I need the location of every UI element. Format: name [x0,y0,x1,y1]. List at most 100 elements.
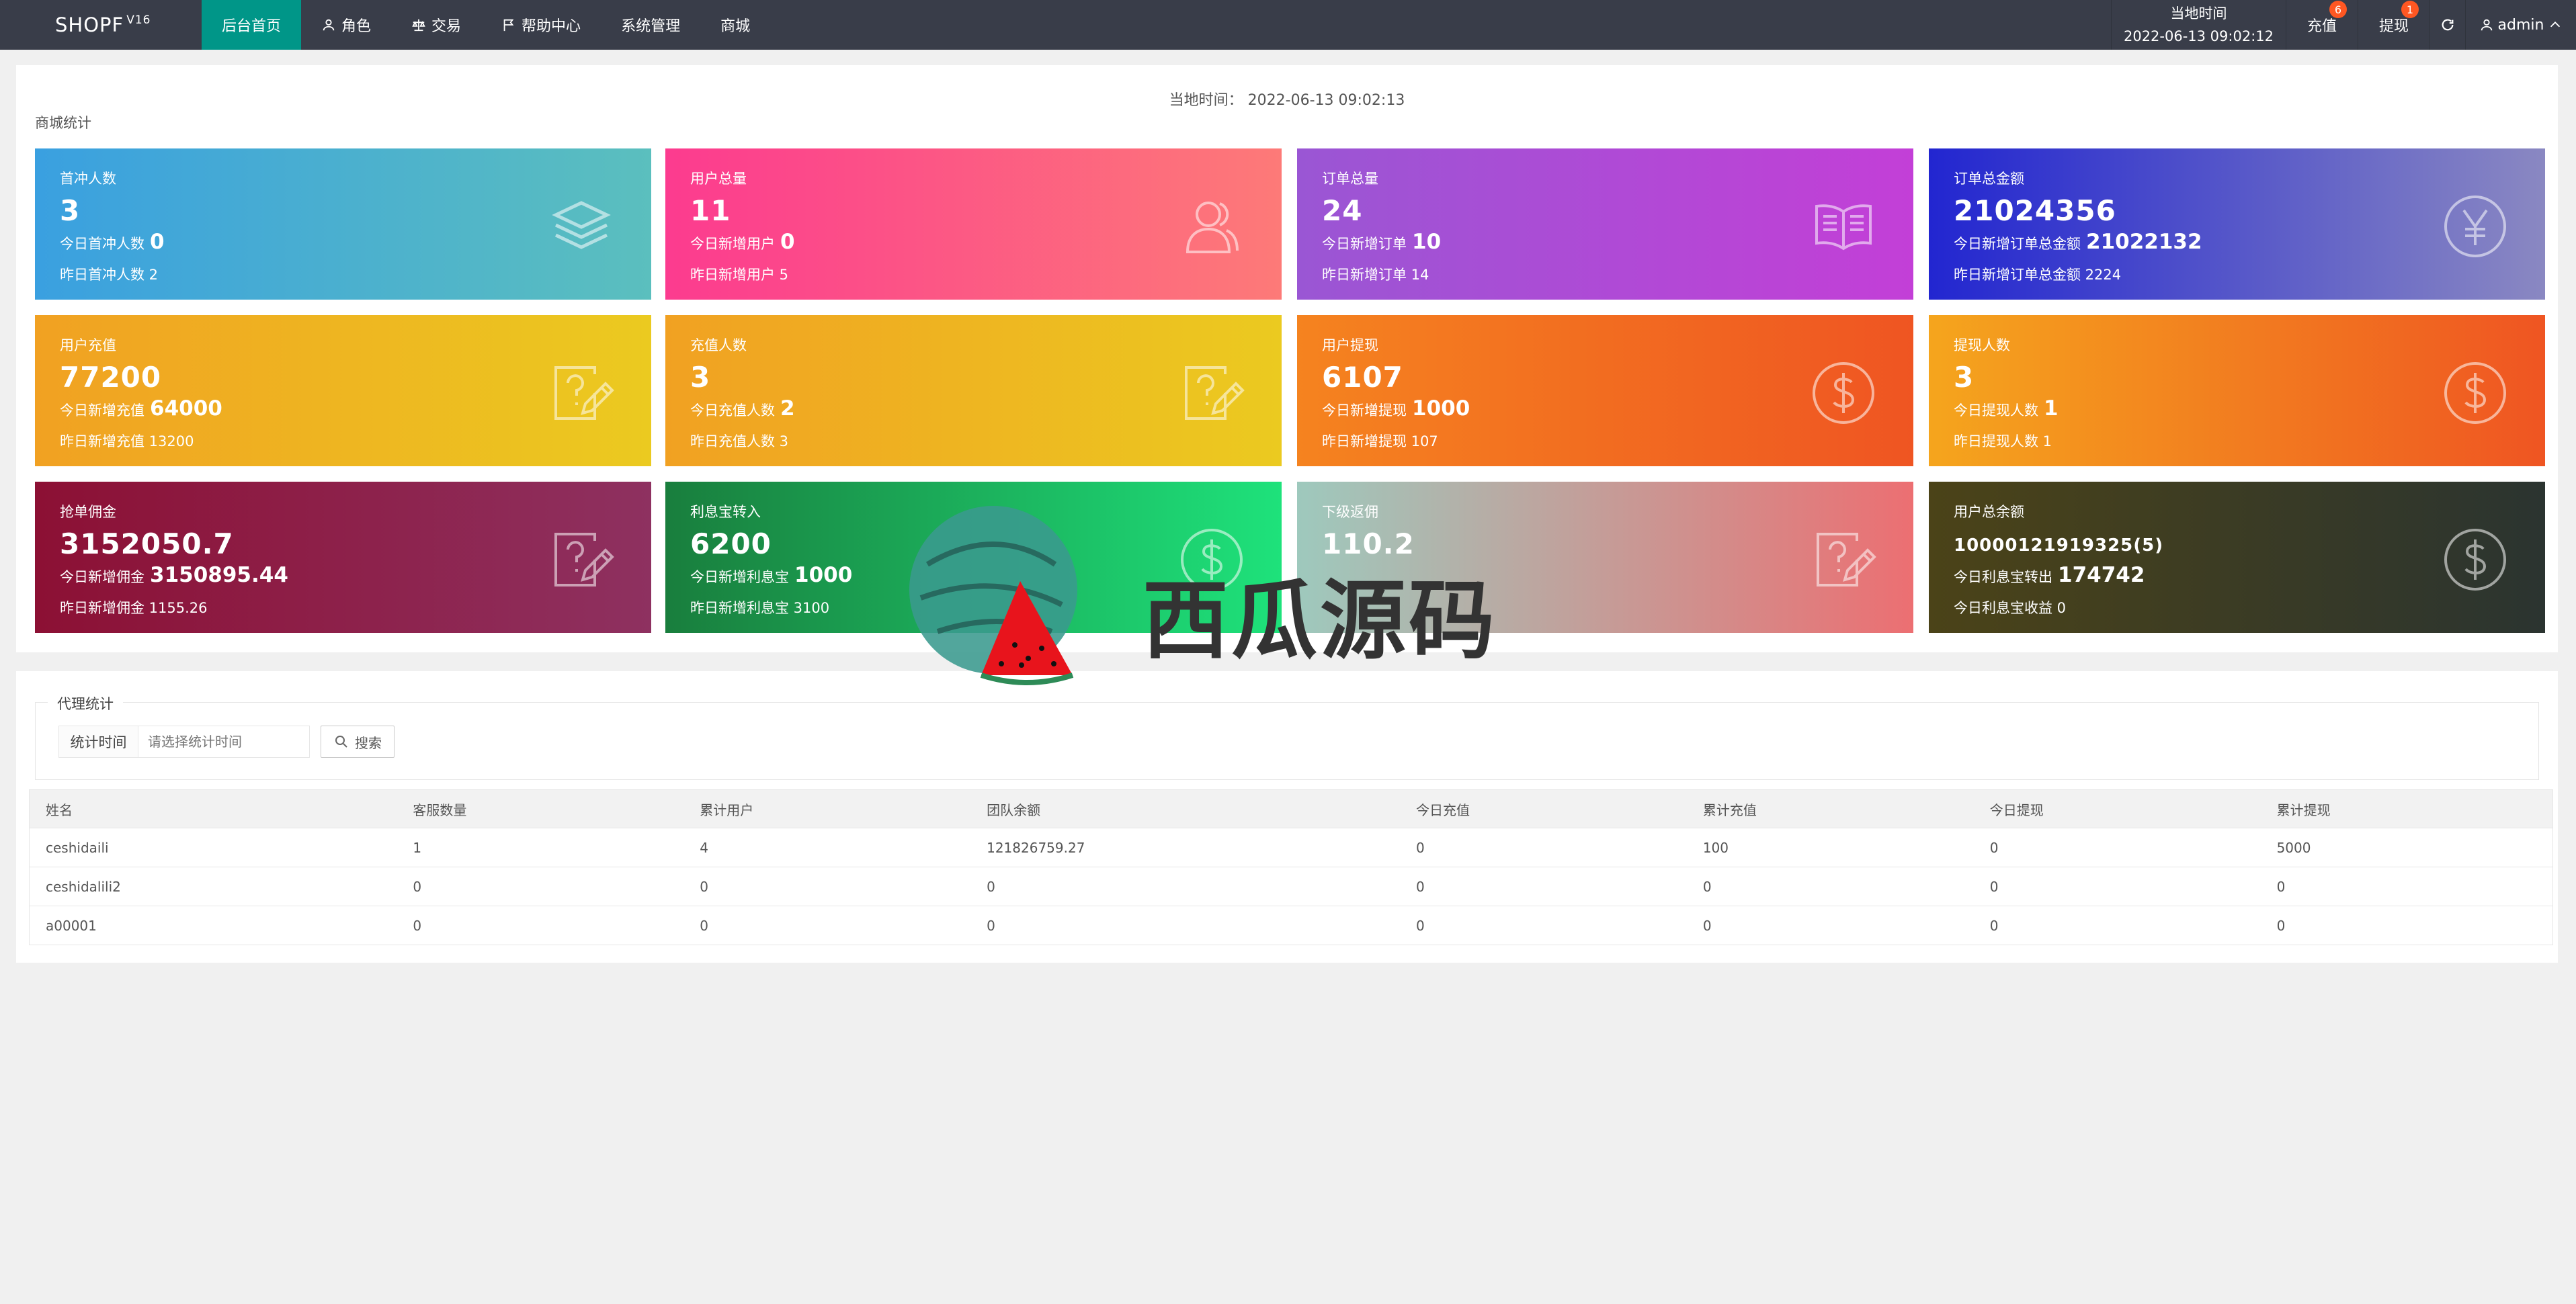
date-picker-input[interactable] [138,726,310,758]
column-header[interactable]: 累计用户 [683,789,971,828]
table-cell: ceshidaili [29,828,397,867]
column-header[interactable]: 团队余额 [970,789,1400,828]
username: admin [2497,16,2544,34]
layers-icon [548,193,615,260]
stat-card-today: 今日利息宝转出 174742 [1954,563,2145,587]
stat-card-today: 今日新增提现 1000 [1322,396,1470,421]
stat-card-today: 今日新增充值 64000 [60,396,222,421]
stat-card: 首冲人数 3 今日首冲人数 0 昨日首冲人数 2 [35,148,651,300]
nav-home[interactable]: 后台首页 [202,0,302,50]
withdraw-badge: 1 [2401,1,2419,18]
table-cell: 0 [1399,906,1687,945]
stat-card-today: 今日提现人数 1 [1954,396,2059,421]
stat-card-today: 今日新增订单 10 [1322,230,1442,254]
table-cell: 0 [2260,906,2553,945]
search-icon [335,736,347,748]
edit-question-icon [548,526,615,593]
stat-card-yesterday: 昨日新增佣金 1155.26 [60,600,208,616]
stat-card-value: 6200 [690,527,772,560]
table-row[interactable]: a00001 0 0 0 0 0 0 0 [29,906,2553,945]
flag-icon [503,19,514,32]
chevron-up-icon [2550,21,2561,28]
table-cell: 0 [1399,828,1687,867]
stat-card: 用户提现 6107 今日新增提现 1000 昨日新增提现 107 [1297,315,1913,466]
stat-card-title: 订单总金额 [1954,171,2024,187]
stat-card-yesterday: 昨日提现人数 1 [1954,433,2052,449]
nav-trade[interactable]: 交易 [391,0,481,50]
clock-value: 2022-06-13 09:02:12 [2123,28,2274,44]
user-menu[interactable]: admin [2465,0,2576,50]
column-header[interactable]: 累计提现 [2260,789,2553,828]
users-icon [1178,193,1245,260]
stat-card-yesterday: 昨日新增充值 13200 [60,433,194,449]
search-button[interactable]: 搜索 [321,726,394,758]
recharge-button[interactable]: 充值 6 [2286,0,2358,50]
stat-card-today: 今日新增佣金 3150895.44 [60,563,288,587]
stat-card: 用户总量 11 今日新增用户 0 昨日新增用户 5 [665,148,1282,300]
table-cell: 0 [1686,867,1974,906]
column-header[interactable]: 姓名 [29,789,397,828]
yen-icon [2442,193,2509,260]
table-cell: 1 [397,828,684,867]
main-nav: 后台首页 角色 交易 帮助中心 系统管理 商城 [202,0,770,50]
table-row[interactable]: ceshidaili 1 4 121826759.27 0 100 0 5000 [29,828,2553,867]
stat-card: 用户总余额 10000121919325(5) 今日利息宝转出 174742 今日利息宝… [1929,482,2545,633]
table-cell: 0 [1973,906,2261,945]
stat-card-title: 提现人数 [1954,337,2010,353]
stat-card-value: 3 [1954,361,1975,394]
table-cell: 0 [397,867,684,906]
stat-card: 充值人数 3 今日充值人数 2 昨日充值人数 3 [665,315,1282,466]
column-header[interactable]: 今日提现 [1973,789,2261,828]
edit-question-icon [1810,526,1877,593]
nav-help[interactable]: 帮助中心 [481,0,601,50]
stat-card-today: 今日充值人数 2 [690,396,795,421]
table-cell: a00001 [29,906,397,945]
stat-card-yesterday: 昨日新增利息宝 3100 [690,600,830,616]
stat-card-title: 用户总余额 [1954,504,2024,520]
table-cell: 0 [397,906,684,945]
stat-card-value: 24 [1322,194,1363,227]
table-cell: 0 [970,867,1400,906]
stat-card-title: 用户提现 [1322,337,1378,353]
refresh-icon [2442,19,2454,31]
stat-card-today: 今日新增用户 0 [690,230,795,254]
nav-roles[interactable]: 角色 [301,0,391,50]
nav-shop[interactable]: 商城 [700,0,770,50]
stat-card-value: 3 [60,194,81,227]
column-header[interactable]: 累计充值 [1686,789,1974,828]
stat-card-title: 利息宝转入 [690,504,761,520]
table-row[interactable]: ceshidalili2 0 0 0 0 0 0 0 [29,867,2553,906]
recharge-badge: 6 [2329,1,2347,18]
stat-card: 提现人数 3 今日提现人数 1 昨日提现人数 1 [1929,315,2545,466]
dollar-icon [2442,526,2509,593]
header-clock: 当地时间 2022-06-13 09:02:12 [2111,0,2286,50]
stat-card-yesterday: 昨日首冲人数 2 [60,267,159,283]
table-cell: 0 [1686,906,1974,945]
search-form: 统计时间 搜索 [58,726,394,758]
stat-card-value: 10000121919325(5) [1954,535,2164,556]
refresh-button[interactable] [2429,0,2465,50]
stat-card-value: 3152050.7 [60,527,234,560]
nav-system[interactable]: 系统管理 [601,0,700,50]
withdraw-button[interactable]: 提现 1 [2358,0,2429,50]
app-logo[interactable]: SHOPF V16 [55,13,151,36]
stat-card-value: 77200 [60,361,162,394]
stat-card-yesterday: 昨日新增提现 107 [1322,433,1438,449]
stat-card-value: 6107 [1322,361,1403,394]
fieldset-legend: 代理统计 [48,693,123,713]
dollar-icon [2442,359,2509,427]
stat-card-value: 21024356 [1954,194,2116,227]
column-header[interactable]: 今日充值 [1399,789,1687,828]
agent-fieldset: 代理统计 统计时间 搜索 [35,693,2539,780]
stat-card-today: 今日新增订单总金额 21022132 [1954,230,2202,254]
stat-card-title: 用户充值 [60,337,116,353]
stat-card-title: 首冲人数 [60,171,116,187]
agent-panel: 代理统计 统计时间 搜索 姓名客服数量累计用户团队余额今日充值累计充值今日提现累… [16,671,2558,963]
table-cell: 0 [1973,867,2261,906]
agent-table: 姓名 客服数量 累计用户 团队余额 今日充值 累计充值 今日提现 累计提现 ceshidail… [29,789,2553,945]
stat-card-value: 11 [690,194,731,227]
user-icon [323,19,335,31]
column-header[interactable]: 客服数量 [397,789,684,828]
book-icon [1810,193,1877,260]
table-cell: 4 [683,828,971,867]
